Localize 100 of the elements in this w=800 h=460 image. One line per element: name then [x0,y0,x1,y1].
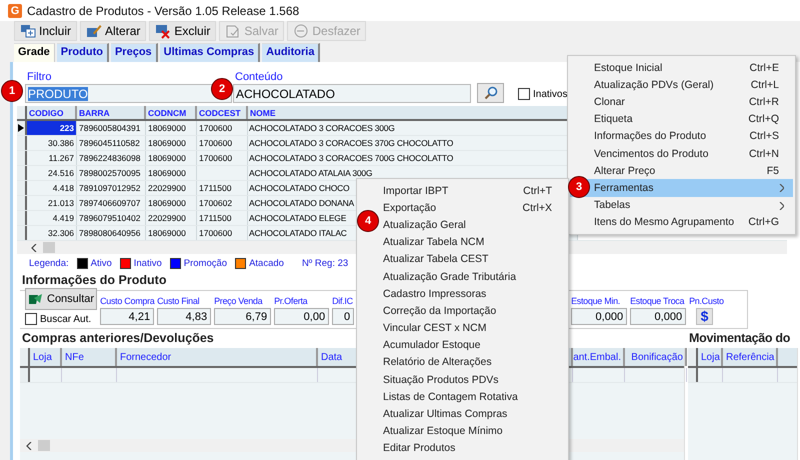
column-header[interactable]: CODNCM [146,106,197,119]
scrollbar-thumb[interactable] [38,440,50,451]
checkbox-label: Inativos [533,88,568,100]
column-header[interactable]: NFe [62,348,117,366]
table-cell: 223 [27,121,77,135]
section-title: Informações do Produto [22,273,166,289]
table-cell: 1700600 [197,151,248,165]
document-check-icon [225,23,242,39]
table-cell: 7898002570095 [77,166,146,180]
circle-icon [293,23,310,39]
table-cell: 7898080640956 [77,226,146,240]
column-header[interactable]: BARRA [77,106,146,119]
menu-item[interactable]: Editar Produtos [381,440,566,457]
scroll-left-icon [26,442,32,450]
search-button[interactable] [477,83,504,103]
table-cell: 22029900 [146,211,197,225]
alterar-button[interactable]: Alterar [80,21,146,41]
scrollbar-thumb[interactable] [43,242,55,253]
table-plus-icon [20,23,36,39]
search-icon [484,86,498,100]
value-field: 0 [332,308,354,325]
menu-item[interactable]: Listas de Contagem Rotativa [381,388,566,406]
menu-item[interactable]: Cadastro Impressoras [381,285,566,302]
consult-button[interactable]: Consultar [25,288,98,310]
section-title: Compras anteriores/Devoluções [22,331,214,347]
menu-item[interactable]: Relatório de Alterações [381,354,566,372]
menu-item[interactable]: Atualização Grade Tributária [381,268,566,286]
table-cell: 7896045110582 [77,136,146,150]
tab[interactable]: Preços [110,43,158,62]
tab[interactable]: Auditoria [262,43,320,62]
tab[interactable]: Produto [56,43,109,62]
menu-item[interactable]: Atualizar Estoque Mínimo [381,422,566,440]
legend-text: Inativo [134,258,162,268]
pencil-icon [86,23,102,39]
scroll-left-icon [31,244,37,252]
table-cell: 18069000 [146,196,197,210]
table-cell: 21.013 [27,196,77,210]
menu-item[interactable]: Informações do Produto Ctrl+S [592,128,793,145]
caret-icon [779,202,784,210]
table-cell: 1700600 [197,121,248,135]
table-cross-icon [155,23,172,39]
row-pointer-icon [18,124,24,132]
field-label: Preço Venda [214,296,262,306]
column-header[interactable]: CODCEST [197,106,248,119]
step-marker: 1 [1,80,23,102]
menu-item[interactable]: Vincular CEST x NCM [381,320,566,337]
tab[interactable]: Ultimas Compras [160,43,260,62]
column-header[interactable]: Loja [698,348,723,366]
table-cell: 22029900 [146,181,197,195]
field-label: Filtro [26,71,52,83]
menu-item[interactable]: Tabelas [592,196,793,214]
incluir-button[interactable]: Incluir [14,21,78,41]
menu-item[interactable]: Etiqueta Ctrl+Q [592,110,793,128]
menu-item[interactable]: Correção da Importação [381,302,566,320]
column-header[interactable]: Referência [723,348,778,366]
value-field: 0,000 [630,308,686,325]
table-cell: 1700600 [197,226,248,240]
table-cell: 18069000 [146,121,197,135]
table-cell: 1711500 [197,181,248,195]
menu-item[interactable]: Acumulador Estoque [381,336,566,354]
menu-item[interactable]: Atualizar Ultimas Compras [381,405,566,423]
column-header[interactable]: CODIGO [27,106,77,119]
field-label: Conteúdo [234,71,284,83]
field-label: Pr.Oferta [274,296,308,306]
table-cell: 7896079510402 [77,211,146,225]
tab[interactable]: Grade [14,43,55,62]
table-cell: 24.516 [27,166,77,180]
column-header[interactable]: Fornecedor [117,348,318,366]
checkbox-label: Buscar Aut. [40,314,92,324]
table-cell: 7896224836098 [77,151,146,165]
menu-item[interactable]: Estoque Inicial Ctrl+E [592,59,793,76]
cost-button[interactable]: $ [696,308,714,325]
menu-item[interactable]: Clonar Ctrl+R [592,93,793,111]
field-label: Custo Final [157,296,200,306]
row-header[interactable] [17,121,27,135]
table-cell: 7897406609707 [77,196,146,210]
checkbox[interactable] [518,88,530,100]
checkbox[interactable] [25,313,37,325]
app-logo: G [8,4,22,18]
field-label: Dif.IC [332,296,353,306]
excluir-button[interactable]: Excluir [149,21,216,41]
table-cell: 32.306 [27,226,77,240]
column-header[interactable]: Loja [30,348,62,366]
column-header[interactable]: ant.Embal. [573,348,625,366]
menu-item[interactable]: Situação Produtos PDVs [381,371,566,388]
table-cell: 18069000 [146,151,197,165]
menu-item[interactable]: Atualização PDVs (Geral) Ctrl+L [592,76,793,94]
table-cell: 1700602 [197,196,248,210]
table-cell: 18069000 [146,136,197,150]
table-cell: 4.419 [27,211,77,225]
table-cell: 7896005804391 [77,121,146,135]
menu-item[interactable]: Alterar Preço F5 [592,162,793,180]
content-field[interactable]: ACHOCOLATADO [233,84,471,103]
table-cell: 11.267 [27,151,77,165]
menu-item[interactable]: Itens do Mesmo Agrupamento Ctrl+G [592,214,793,231]
legend-text: Promoção [184,258,228,268]
menu-item[interactable]: Atualizar Tabela CEST [381,250,566,268]
field-label: Pn.Custo [689,296,724,306]
field-label: Estoque Troca [630,296,684,306]
menu-item[interactable]: Vencimentos do Produto Ctrl+N [592,144,793,162]
